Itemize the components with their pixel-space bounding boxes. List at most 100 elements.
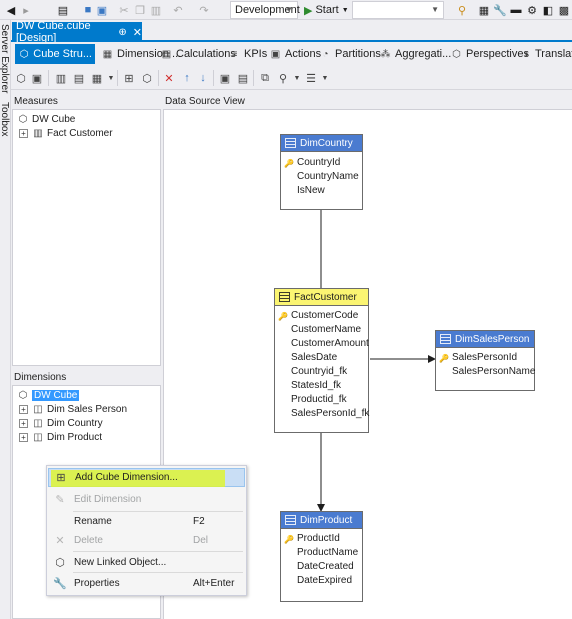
table-icon <box>440 334 451 344</box>
document-tab-title: DW Cube.cube [Design] <box>16 20 91 44</box>
menu-item-properties[interactable]: 🔧 Properties Alt+Enter <box>48 574 245 593</box>
tree-root-dw-cube[interactable]: ⬡ DW Cube <box>17 388 80 402</box>
cube-icon: ⬡ <box>18 113 28 125</box>
show-table-icon[interactable]: ▣ <box>217 70 233 86</box>
table-header[interactable]: FactCustomer <box>275 289 368 306</box>
table-dimcountry[interactable]: DimCountry 🔑 CountryId CountryName IsNew <box>280 134 363 210</box>
tab-perspectives[interactable]: ⬡ Perspectives <box>450 44 529 64</box>
column: CountryId <box>297 157 341 168</box>
menu-item-add-cube-dimension[interactable]: ⊞ Add Cube Dimension... <box>48 468 245 487</box>
menu-item-shortcut: Alt+Enter <box>193 578 235 589</box>
tab-translations[interactable]: ◑ Translatio <box>519 44 572 64</box>
table-factcustomer[interactable]: FactCustomer 🔑 CustomerCode CustomerName… <box>274 288 369 433</box>
tree-item-fact-customer[interactable]: + ▥ Fact Customer <box>19 126 113 140</box>
table-header[interactable]: DimSalesPerson <box>436 331 534 348</box>
delete-icon[interactable]: ✕ <box>161 70 177 86</box>
tab-calculations[interactable]: ▤ Calculations <box>160 44 236 64</box>
chevron-down-icon[interactable]: ▼ <box>317 70 333 86</box>
tree-item-dim-product[interactable]: + ◫ Dim Product <box>19 430 102 444</box>
designer-tabs: ⬡ Cube Stru... ▦ Dimension ... ▤ Calcula… <box>11 42 572 66</box>
play-icon: ▶ <box>304 4 313 17</box>
toolbox-tab[interactable]: Toolbox <box>0 102 10 136</box>
key-icon: 🔑 <box>439 354 449 363</box>
linked-object-icon[interactable]: ⬡ <box>139 70 155 86</box>
measure-group-icon: ▥ <box>33 127 43 139</box>
move-down-icon[interactable]: ↓ <box>195 70 211 86</box>
measure-group-icon[interactable]: ▥ <box>53 70 69 86</box>
tab-cube-structure[interactable]: ⬡ Cube Stru... <box>15 44 95 64</box>
tab-aggregations[interactable]: ⁂ Aggregati... <box>379 44 452 64</box>
start-label: Start <box>315 4 339 16</box>
linked-object-icon: ⬡ <box>55 557 65 569</box>
tab-partitions[interactable]: ◔ Partitions <box>319 44 380 64</box>
column: SalesPersonId <box>452 352 518 363</box>
tree-root-dw-cube[interactable]: ⬡ DW Cube <box>17 112 76 126</box>
paste-icon[interactable]: ▥ <box>150 2 162 18</box>
new-measure-icon[interactable]: ▤ <box>71 70 87 86</box>
expand-icon[interactable]: + <box>19 432 28 442</box>
layout-icon[interactable]: ▩ <box>558 2 570 18</box>
window-icon[interactable]: ◧ <box>542 2 554 18</box>
find-icon[interactable]: ⚲ <box>456 2 468 18</box>
cut-icon[interactable]: ✂ <box>118 2 130 18</box>
data-source-view-header: Data Source View <box>165 96 245 107</box>
table-name: DimCountry <box>300 137 353 149</box>
new-project-icon[interactable]: ▤ <box>56 2 70 18</box>
refresh-icon[interactable]: ▣ <box>29 70 45 86</box>
expand-icon[interactable]: + <box>19 128 28 138</box>
solution-explorer-icon[interactable]: ▦ <box>478 2 490 18</box>
toolbar-separator <box>48 70 49 86</box>
key-icon: 🔑 <box>284 535 294 544</box>
start-button[interactable]: ▶ Start ▼ <box>304 2 352 18</box>
document-tab[interactable]: DW Cube.cube [Design] ⊕ ✕ <box>12 20 142 44</box>
move-up-icon[interactable]: ↑ <box>179 70 195 86</box>
save-icon[interactable]: ■ <box>82 2 94 18</box>
table-header[interactable]: DimCountry <box>281 135 362 152</box>
close-icon[interactable]: ✕ <box>133 26 142 39</box>
menu-item-rename[interactable]: Rename F2 <box>48 512 245 531</box>
column: Countryid_fk <box>291 366 348 377</box>
column: SalesDate <box>291 352 338 363</box>
solution-config-dropdown[interactable]: Development ▼ <box>230 1 300 19</box>
expand-icon[interactable]: + <box>19 418 28 428</box>
arrange-tables-icon[interactable]: ⧉ <box>257 70 273 86</box>
tab-actions[interactable]: ▣ Actions <box>269 44 321 64</box>
toolbox-icon[interactable]: ▬ <box>510 2 522 18</box>
tab-label: KPIs <box>244 48 268 60</box>
forward-icon[interactable]: ▸ <box>20 2 32 18</box>
tab-label: Aggregati... <box>395 48 452 60</box>
platform-dropdown[interactable]: ▼ <box>352 1 444 19</box>
wrench-icon[interactable]: 🔧 <box>493 2 507 18</box>
measures-pane: ⬡ DW Cube + ▥ Fact Customer <box>12 109 161 366</box>
menu-item-edit-dimension[interactable]: ✎ Edit Dimension <box>48 490 245 509</box>
pin-icon[interactable]: ⊕ <box>118 27 126 38</box>
gear-icon[interactable]: ⚙ <box>526 2 538 18</box>
table-name: DimProduct <box>300 514 353 526</box>
back-icon[interactable]: ◀ <box>4 2 18 18</box>
tree-item-dim-country[interactable]: + ◫ Dim Country <box>19 416 103 430</box>
tab-kpis[interactable]: ≡ KPIs <box>228 44 268 64</box>
table-name: DimSalesPerson <box>455 333 530 345</box>
menu-item-label: Rename <box>74 516 112 527</box>
table-dimsalesperson[interactable]: DimSalesPerson 🔑 SalesPersonId SalesPers… <box>435 330 535 391</box>
server-explorer-tab[interactable]: Server Explorer <box>0 24 10 93</box>
process-icon[interactable]: ⬡ <box>13 70 29 86</box>
expand-icon[interactable]: + <box>19 404 28 414</box>
tree-item-label: Dim Sales Person <box>47 403 128 415</box>
add-dimension-icon: ⊞ <box>56 472 66 484</box>
copy-icon[interactable]: ❐ <box>134 2 146 18</box>
edit-dimension-icon: ✎ <box>55 494 65 506</box>
column: SalesPersonName <box>452 366 536 377</box>
toolbar-separator <box>213 70 214 86</box>
menu-item-delete[interactable]: ✕ Delete Del <box>48 531 245 550</box>
table-name: FactCustomer <box>294 291 357 303</box>
show-columns-icon[interactable]: ▤ <box>235 70 251 86</box>
table-dimproduct[interactable]: DimProduct 🔑 ProductId ProductName DateC… <box>280 511 363 602</box>
redo-icon[interactable]: ↷ <box>198 2 210 18</box>
save-all-icon[interactable]: ▣ <box>96 2 108 18</box>
tree-item-dim-sales-person[interactable]: + ◫ Dim Sales Person <box>19 402 127 416</box>
menu-item-new-linked-object[interactable]: ⬡ New Linked Object... <box>48 553 245 572</box>
undo-icon[interactable]: ↶ <box>172 2 184 18</box>
add-dimension-icon[interactable]: ⊞ <box>121 70 137 86</box>
table-header[interactable]: DimProduct <box>281 512 362 529</box>
